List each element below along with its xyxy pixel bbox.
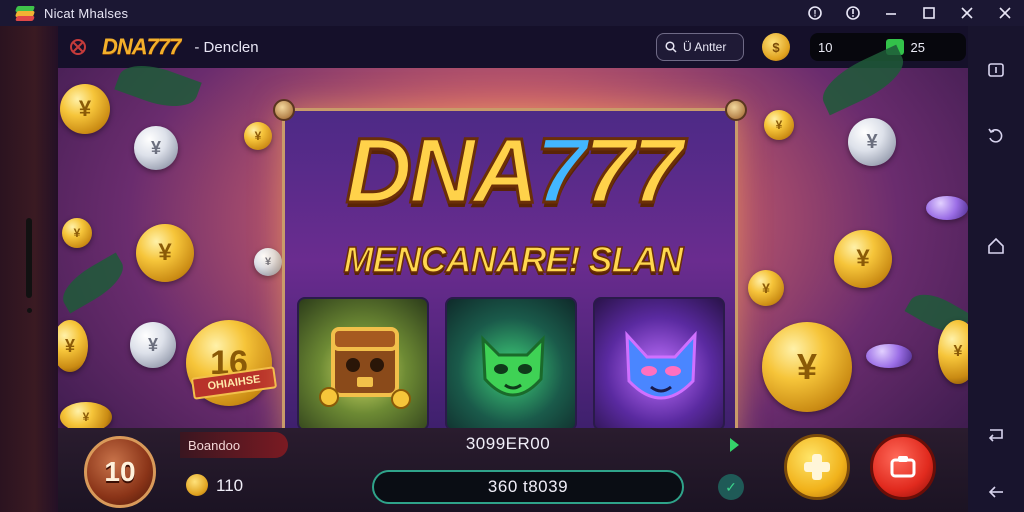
refresh-icon[interactable]: ✓ [718, 474, 744, 500]
breadcrumb-label: Denclen [203, 38, 259, 56]
logo-part-sevens: 77 [583, 120, 685, 223]
add-funds-button[interactable] [784, 434, 850, 500]
gem-count: 25 [910, 39, 925, 55]
search-icon [665, 41, 677, 53]
game-viewport: DNA777 - Denclen Ü Antter $ 10 25 ¥ ¥ ¥ … [58, 26, 968, 512]
green-cat-icon [481, 335, 545, 397]
return-icon[interactable] [984, 422, 1008, 446]
game-title-logo: DNA777 [285, 120, 741, 223]
minimize-icon[interactable] [872, 0, 910, 26]
game-subtitle: MENCANARE! SLAN [343, 238, 685, 281]
restore-icon[interactable] [948, 0, 986, 26]
help-icon[interactable]: ! [796, 0, 834, 26]
bet-coin-icon [186, 474, 208, 496]
svg-text:!: ! [814, 9, 817, 19]
wallet-field[interactable]: 360 t8039 [372, 470, 684, 504]
purple-coin-icon [926, 196, 968, 220]
gold-coin-icon: ¥ [748, 270, 784, 306]
gold-coin-icon: ¥ [62, 218, 92, 248]
maximize-icon[interactable] [910, 0, 948, 26]
palm-leaf [58, 252, 131, 314]
coin-icon[interactable]: $ [762, 33, 790, 61]
app-logo-icon [14, 4, 36, 22]
frame-slot [26, 218, 32, 298]
breadcrumb[interactable]: - Denclen [194, 39, 258, 56]
window-title: Nicat Mhalses [44, 5, 129, 21]
silver-coin-icon: ¥ [254, 248, 282, 276]
treasure-chest-icon [319, 327, 411, 409]
panel-bolt-icon [273, 99, 295, 121]
gold-coin-icon: ¥ [762, 322, 852, 412]
spin-counter-button[interactable]: 10 [84, 436, 156, 508]
back-icon[interactable] [984, 480, 1008, 504]
play-arrow-icon[interactable] [730, 438, 739, 452]
home-icon[interactable] [984, 234, 1008, 258]
silver-coin-icon: ¥ [848, 118, 896, 166]
featured-game-panel[interactable]: DNA777 MENCANARE! SLAN [273, 99, 747, 457]
app-window: Nicat Mhalses ! DNA777 - Denclen Ü Antte… [0, 0, 1024, 512]
gold-coin-icon: ¥ [60, 84, 110, 134]
balance-display: 3099ER00 [465, 434, 551, 453]
level-value: 10 [818, 39, 833, 55]
game-scene: ¥ ¥ ¥ ¥ ¥ ¥ ¥ ¥ 16 ¥ ¥ ¥ ¥ ¥ ¥ ¥ OHIAIHS… [58, 44, 968, 457]
emulator-sidebar [968, 26, 1024, 512]
tile-blue-cat[interactable] [593, 297, 725, 431]
window-controls: ! [796, 0, 1024, 26]
settings-icon[interactable] [834, 0, 872, 26]
bet-value: 110 [216, 476, 244, 495]
gold-coin-icon: ¥ [136, 224, 194, 282]
title-bar: Nicat Mhalses ! [0, 0, 1024, 26]
menu-icon[interactable] [58, 26, 98, 68]
breadcrumb-separator: - [194, 38, 200, 56]
search-button[interactable]: Ü Antter [656, 33, 744, 61]
silver-coin-icon: ¥ [130, 322, 176, 368]
device-frame-left [0, 26, 58, 512]
gold-coin-icon: ¥ [244, 122, 272, 150]
gold-coin-icon: ¥ [938, 320, 968, 384]
purple-coin-icon [866, 344, 912, 368]
logo-part-dna: DNA [344, 120, 540, 223]
keymap-icon[interactable] [984, 58, 1008, 82]
bonus-tab[interactable]: Boandoo [180, 432, 288, 458]
brand-logo[interactable]: DNA777 [102, 34, 181, 60]
tile-treasure-chest[interactable] [297, 297, 429, 431]
rotate-icon[interactable] [984, 124, 1008, 148]
plus-icon [804, 454, 830, 480]
frame-dot [27, 308, 32, 313]
logo-part-seven: 7 [534, 120, 588, 223]
camera-icon [890, 456, 916, 478]
camera-button[interactable] [870, 434, 936, 500]
gold-coin-icon: ¥ [58, 320, 88, 372]
silver-coin-icon: ¥ [134, 126, 178, 170]
game-tiles [297, 297, 725, 433]
panel-bolt-icon [725, 99, 747, 121]
game-header: DNA777 - Denclen Ü Antter $ 10 25 [58, 26, 968, 68]
gold-coin-icon: ¥ [764, 110, 794, 140]
close-icon[interactable] [986, 0, 1024, 26]
game-bottom-bar: 10 Boandoo 3099ER00 110 360 t8039 ✓ [58, 428, 968, 512]
gold-coin-icon: ¥ [834, 230, 892, 288]
blue-cat-icon [625, 330, 697, 400]
search-label: Ü Antter [683, 40, 727, 54]
tile-green-cat[interactable] [445, 297, 577, 431]
